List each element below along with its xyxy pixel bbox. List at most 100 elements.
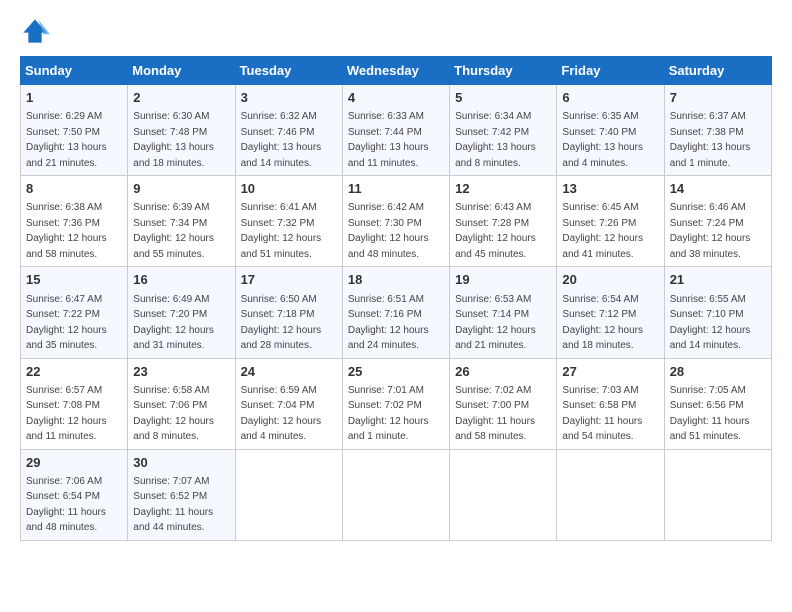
calendar-table: Sunday Monday Tuesday Wednesday Thursday… — [20, 56, 772, 541]
day-cell: 27 Sunrise: 7:03 AMSunset: 6:58 PMDaylig… — [557, 358, 664, 449]
day-number: 4 — [348, 89, 444, 107]
day-number: 24 — [241, 363, 337, 381]
day-number: 12 — [455, 180, 551, 198]
day-cell: 29 Sunrise: 7:06 AMSunset: 6:54 PMDaylig… — [21, 449, 128, 540]
day-info: Sunrise: 6:33 AMSunset: 7:44 PMDaylight:… — [348, 111, 429, 169]
day-info: Sunrise: 6:57 AMSunset: 7:08 PMDaylight:… — [26, 385, 107, 443]
day-number: 28 — [670, 363, 766, 381]
day-number: 10 — [241, 180, 337, 198]
day-number: 9 — [133, 180, 229, 198]
header — [20, 16, 772, 46]
day-cell: 18 Sunrise: 6:51 AMSunset: 7:16 PMDaylig… — [342, 267, 449, 358]
week-row-1: 1 Sunrise: 6:29 AMSunset: 7:50 PMDayligh… — [21, 85, 772, 176]
col-sunday: Sunday — [21, 57, 128, 85]
day-number: 11 — [348, 180, 444, 198]
day-info: Sunrise: 7:05 AMSunset: 6:56 PMDaylight:… — [670, 385, 750, 443]
week-row-4: 22 Sunrise: 6:57 AMSunset: 7:08 PMDaylig… — [21, 358, 772, 449]
day-info: Sunrise: 7:01 AMSunset: 7:02 PMDaylight:… — [348, 385, 429, 443]
day-number: 6 — [562, 89, 658, 107]
day-cell: 24 Sunrise: 6:59 AMSunset: 7:04 PMDaylig… — [235, 358, 342, 449]
day-number: 14 — [670, 180, 766, 198]
day-cell: 25 Sunrise: 7:01 AMSunset: 7:02 PMDaylig… — [342, 358, 449, 449]
day-number: 17 — [241, 271, 337, 289]
day-number: 23 — [133, 363, 229, 381]
day-cell: 23 Sunrise: 6:58 AMSunset: 7:06 PMDaylig… — [128, 358, 235, 449]
day-info: Sunrise: 6:41 AMSunset: 7:32 PMDaylight:… — [241, 202, 322, 260]
day-number: 29 — [26, 454, 122, 472]
day-info: Sunrise: 6:43 AMSunset: 7:28 PMDaylight:… — [455, 202, 536, 260]
day-cell: 1 Sunrise: 6:29 AMSunset: 7:50 PMDayligh… — [21, 85, 128, 176]
day-info: Sunrise: 7:07 AMSunset: 6:52 PMDaylight:… — [133, 476, 213, 534]
day-info: Sunrise: 7:03 AMSunset: 6:58 PMDaylight:… — [562, 385, 642, 443]
col-monday: Monday — [128, 57, 235, 85]
day-number: 2 — [133, 89, 229, 107]
day-info: Sunrise: 7:06 AMSunset: 6:54 PMDaylight:… — [26, 476, 106, 534]
col-tuesday: Tuesday — [235, 57, 342, 85]
day-cell: 26 Sunrise: 7:02 AMSunset: 7:00 PMDaylig… — [450, 358, 557, 449]
day-info: Sunrise: 6:45 AMSunset: 7:26 PMDaylight:… — [562, 202, 643, 260]
week-row-5: 29 Sunrise: 7:06 AMSunset: 6:54 PMDaylig… — [21, 449, 772, 540]
day-info: Sunrise: 6:59 AMSunset: 7:04 PMDaylight:… — [241, 385, 322, 443]
day-cell: 28 Sunrise: 7:05 AMSunset: 6:56 PMDaylig… — [664, 358, 771, 449]
day-number: 30 — [133, 454, 229, 472]
day-cell: 22 Sunrise: 6:57 AMSunset: 7:08 PMDaylig… — [21, 358, 128, 449]
day-number: 5 — [455, 89, 551, 107]
day-cell — [664, 449, 771, 540]
day-number: 26 — [455, 363, 551, 381]
day-cell: 2 Sunrise: 6:30 AMSunset: 7:48 PMDayligh… — [128, 85, 235, 176]
day-info: Sunrise: 6:50 AMSunset: 7:18 PMDaylight:… — [241, 294, 322, 352]
day-info: Sunrise: 6:55 AMSunset: 7:10 PMDaylight:… — [670, 294, 751, 352]
day-cell: 5 Sunrise: 6:34 AMSunset: 7:42 PMDayligh… — [450, 85, 557, 176]
day-number: 18 — [348, 271, 444, 289]
header-row: Sunday Monday Tuesday Wednesday Thursday… — [21, 57, 772, 85]
day-info: Sunrise: 6:29 AMSunset: 7:50 PMDaylight:… — [26, 111, 107, 169]
calendar-page: Sunday Monday Tuesday Wednesday Thursday… — [0, 0, 792, 612]
day-cell — [450, 449, 557, 540]
day-cell: 6 Sunrise: 6:35 AMSunset: 7:40 PMDayligh… — [557, 85, 664, 176]
day-info: Sunrise: 6:39 AMSunset: 7:34 PMDaylight:… — [133, 202, 214, 260]
day-number: 20 — [562, 271, 658, 289]
logo-icon — [20, 16, 50, 46]
day-info: Sunrise: 6:58 AMSunset: 7:06 PMDaylight:… — [133, 385, 214, 443]
day-info: Sunrise: 6:51 AMSunset: 7:16 PMDaylight:… — [348, 294, 429, 352]
logo — [20, 16, 54, 46]
day-cell: 4 Sunrise: 6:33 AMSunset: 7:44 PMDayligh… — [342, 85, 449, 176]
day-number: 7 — [670, 89, 766, 107]
day-info: Sunrise: 6:49 AMSunset: 7:20 PMDaylight:… — [133, 294, 214, 352]
col-friday: Friday — [557, 57, 664, 85]
week-row-2: 8 Sunrise: 6:38 AMSunset: 7:36 PMDayligh… — [21, 176, 772, 267]
day-info: Sunrise: 6:42 AMSunset: 7:30 PMDaylight:… — [348, 202, 429, 260]
day-cell: 8 Sunrise: 6:38 AMSunset: 7:36 PMDayligh… — [21, 176, 128, 267]
day-cell: 11 Sunrise: 6:42 AMSunset: 7:30 PMDaylig… — [342, 176, 449, 267]
day-info: Sunrise: 6:30 AMSunset: 7:48 PMDaylight:… — [133, 111, 214, 169]
day-cell — [235, 449, 342, 540]
day-info: Sunrise: 6:37 AMSunset: 7:38 PMDaylight:… — [670, 111, 751, 169]
col-saturday: Saturday — [664, 57, 771, 85]
day-number: 3 — [241, 89, 337, 107]
day-info: Sunrise: 6:35 AMSunset: 7:40 PMDaylight:… — [562, 111, 643, 169]
day-cell: 3 Sunrise: 6:32 AMSunset: 7:46 PMDayligh… — [235, 85, 342, 176]
day-cell: 30 Sunrise: 7:07 AMSunset: 6:52 PMDaylig… — [128, 449, 235, 540]
day-number: 13 — [562, 180, 658, 198]
day-cell: 14 Sunrise: 6:46 AMSunset: 7:24 PMDaylig… — [664, 176, 771, 267]
day-cell: 21 Sunrise: 6:55 AMSunset: 7:10 PMDaylig… — [664, 267, 771, 358]
day-cell: 13 Sunrise: 6:45 AMSunset: 7:26 PMDaylig… — [557, 176, 664, 267]
day-info: Sunrise: 6:47 AMSunset: 7:22 PMDaylight:… — [26, 294, 107, 352]
day-info: Sunrise: 6:38 AMSunset: 7:36 PMDaylight:… — [26, 202, 107, 260]
day-info: Sunrise: 6:34 AMSunset: 7:42 PMDaylight:… — [455, 111, 536, 169]
day-info: Sunrise: 6:53 AMSunset: 7:14 PMDaylight:… — [455, 294, 536, 352]
col-wednesday: Wednesday — [342, 57, 449, 85]
col-thursday: Thursday — [450, 57, 557, 85]
day-cell — [557, 449, 664, 540]
day-cell: 20 Sunrise: 6:54 AMSunset: 7:12 PMDaylig… — [557, 267, 664, 358]
day-cell: 15 Sunrise: 6:47 AMSunset: 7:22 PMDaylig… — [21, 267, 128, 358]
day-cell: 9 Sunrise: 6:39 AMSunset: 7:34 PMDayligh… — [128, 176, 235, 267]
day-cell: 7 Sunrise: 6:37 AMSunset: 7:38 PMDayligh… — [664, 85, 771, 176]
day-cell: 10 Sunrise: 6:41 AMSunset: 7:32 PMDaylig… — [235, 176, 342, 267]
day-number: 22 — [26, 363, 122, 381]
day-cell: 16 Sunrise: 6:49 AMSunset: 7:20 PMDaylig… — [128, 267, 235, 358]
week-row-3: 15 Sunrise: 6:47 AMSunset: 7:22 PMDaylig… — [21, 267, 772, 358]
day-info: Sunrise: 7:02 AMSunset: 7:00 PMDaylight:… — [455, 385, 535, 443]
day-info: Sunrise: 6:32 AMSunset: 7:46 PMDaylight:… — [241, 111, 322, 169]
day-info: Sunrise: 6:54 AMSunset: 7:12 PMDaylight:… — [562, 294, 643, 352]
